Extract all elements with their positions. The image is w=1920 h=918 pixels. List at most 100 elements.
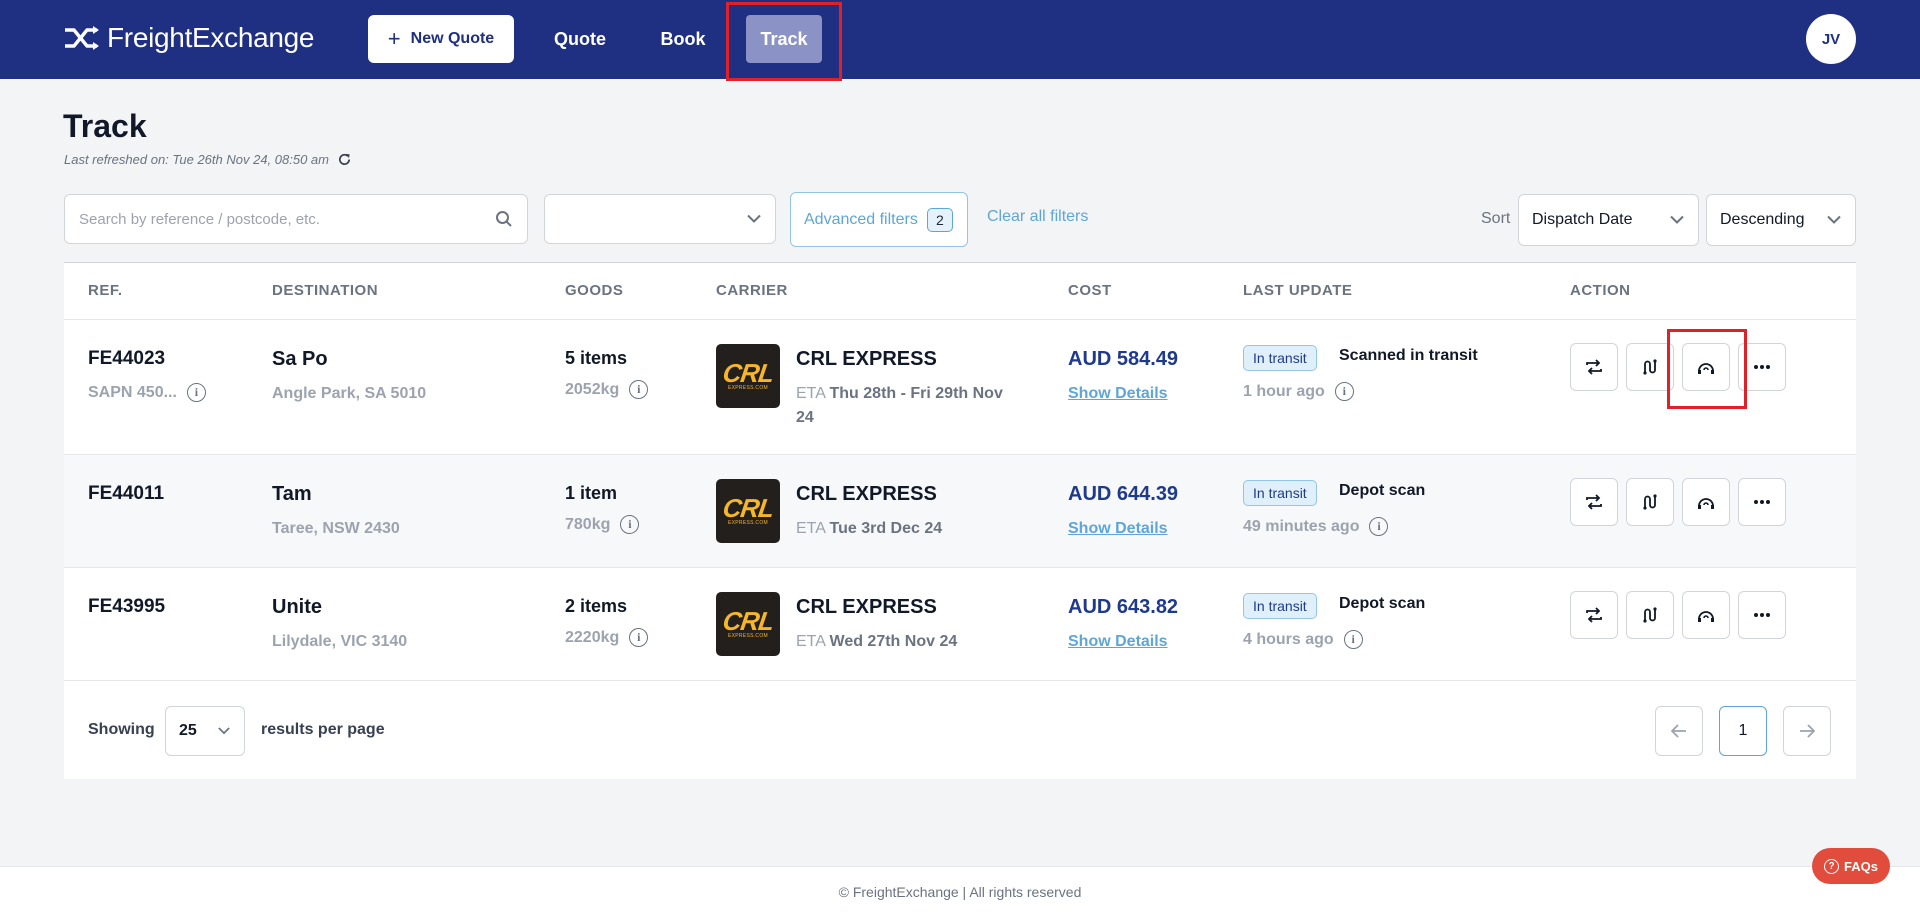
page-number-button[interactable]: 1 — [1719, 706, 1767, 756]
brand-logo[interactable]: FreightExchange — [63, 22, 314, 54]
next-page-button[interactable] — [1783, 706, 1831, 756]
support-button[interactable] — [1682, 478, 1730, 526]
rebook-button[interactable] — [1570, 343, 1618, 391]
info-icon[interactable]: i — [629, 628, 649, 647]
info-icon[interactable]: i — [1334, 382, 1354, 401]
new-quote-button[interactable]: + New Quote — [368, 15, 514, 63]
showing-label: Showing — [88, 721, 155, 738]
advanced-filters-label: Advanced filters — [804, 210, 918, 228]
clear-all-filters-link[interactable]: Clear all filters — [987, 208, 1088, 226]
row-updated: 49 minutes ago i — [1243, 517, 1389, 536]
eta-label: ETA — [796, 633, 826, 650]
chevron-down-icon — [1827, 215, 1841, 224]
rebook-button[interactable] — [1570, 591, 1618, 639]
arrow-left-icon — [1671, 724, 1686, 738]
sort-field-value: Dispatch Date — [1532, 211, 1633, 228]
more-icon — [1753, 364, 1771, 370]
row-goods-weight: 2220kg i — [565, 628, 649, 647]
nav-book[interactable]: Book — [650, 15, 716, 63]
eta-value: Thu 28th - Fri 29th Nov 24 — [796, 385, 1003, 426]
info-icon[interactable]: i — [1343, 630, 1363, 649]
advanced-filters-count: 2 — [926, 207, 953, 232]
sort-field-select[interactable]: Dispatch Date — [1518, 194, 1699, 246]
column-header-cost: COST — [1068, 282, 1112, 299]
row-eta: ETA Thu 28th - Fri 29th Nov 24 — [796, 382, 1006, 430]
rebook-button[interactable] — [1570, 478, 1618, 526]
sort-label: Sort — [1481, 210, 1511, 227]
chevron-down-icon — [1670, 215, 1684, 224]
row-cost: AUD 584.49 — [1068, 348, 1179, 370]
question-circle-icon: ? — [1824, 858, 1840, 874]
sort-direction-select[interactable]: Descending — [1706, 194, 1856, 246]
column-header-destination: DESTINATION — [272, 282, 379, 299]
refresh-icon[interactable] — [337, 152, 352, 167]
search-icon[interactable] — [495, 210, 513, 228]
route-button[interactable] — [1626, 478, 1674, 526]
more-actions-button[interactable] — [1738, 478, 1786, 526]
row-goods-weight: 780kg i — [565, 515, 640, 534]
carrier-logo: CRL EXPRESS.COM — [716, 479, 780, 543]
row-updated: 4 hours ago i — [1243, 630, 1363, 649]
carrier-logo: CRL EXPRESS.COM — [716, 344, 780, 408]
row-ref[interactable]: FE44023 — [88, 348, 165, 370]
carrier-logo-text: CRL — [720, 357, 776, 388]
row-destination-location: Taree, NSW 2430 — [272, 520, 400, 537]
row-updated-text: 49 minutes ago — [1243, 517, 1360, 535]
column-header-action: ACTION — [1570, 282, 1631, 299]
prev-page-button[interactable] — [1655, 706, 1703, 756]
more-actions-button[interactable] — [1738, 591, 1786, 639]
row-ref-sub: SAPN 450... i — [88, 383, 206, 402]
last-refreshed-text: Last refreshed on: Tue 26th Nov 24, 08:5… — [64, 152, 329, 167]
status-badge: In transit — [1243, 480, 1317, 506]
new-quote-label: New Quote — [410, 30, 495, 47]
row-carrier-name: CRL EXPRESS — [796, 596, 937, 618]
show-details-link[interactable]: Show Details — [1068, 385, 1168, 403]
avatar[interactable]: JV — [1806, 14, 1856, 64]
last-refreshed: Last refreshed on: Tue 26th Nov 24, 08:5… — [64, 152, 352, 167]
row-destination-name: Tam — [272, 483, 312, 505]
row-carrier-name: CRL EXPRESS — [796, 483, 937, 505]
repeat-icon — [1585, 493, 1603, 511]
row-goods-items: 1 item — [565, 483, 618, 503]
row-goods-weight-text: 780kg — [565, 515, 611, 533]
faqs-button[interactable]: ? FAQs — [1812, 848, 1890, 884]
advanced-filters-button[interactable]: Advanced filters 2 — [790, 192, 968, 247]
route-button[interactable] — [1626, 591, 1674, 639]
info-icon[interactable]: i — [629, 380, 649, 399]
info-icon[interactable]: i — [1369, 517, 1389, 536]
nav-quote[interactable]: Quote — [545, 15, 615, 63]
per-page-value: 25 — [179, 722, 197, 739]
repeat-icon — [1585, 358, 1603, 376]
column-header-goods: GOODS — [565, 282, 624, 299]
per-page-select[interactable]: 25 — [165, 706, 245, 756]
eta-value: Tue 3rd Dec 24 — [829, 520, 943, 537]
info-icon[interactable]: i — [186, 383, 206, 402]
row-goods-items: 2 items — [565, 596, 628, 616]
support-icon — [1696, 493, 1716, 511]
show-details-link[interactable]: Show Details — [1068, 520, 1168, 538]
row-destination-location: Lilydale, VIC 3140 — [272, 633, 408, 650]
support-button[interactable] — [1682, 591, 1730, 639]
row-goods-weight-text: 2052kg — [565, 380, 620, 398]
more-icon — [1753, 612, 1771, 618]
copyright: © FreightExchange | All rights reserved — [838, 884, 1082, 900]
status-badge: In transit — [1243, 345, 1317, 371]
chevron-down-icon — [218, 727, 230, 735]
row-cost: AUD 644.39 — [1068, 483, 1179, 505]
search-input[interactable] — [79, 210, 495, 228]
row-carrier-name: CRL EXPRESS — [796, 348, 937, 370]
page-title: Track — [63, 108, 147, 144]
route-icon — [1641, 358, 1659, 376]
row-ref[interactable]: FE43995 — [88, 596, 165, 618]
faqs-label: FAQs — [1844, 858, 1878, 874]
repeat-icon — [1585, 606, 1603, 624]
row-eta: ETA Wed 27th Nov 24 — [796, 630, 1006, 654]
filter-select[interactable] — [544, 194, 776, 244]
more-icon — [1753, 499, 1771, 505]
show-details-link[interactable]: Show Details — [1068, 633, 1168, 651]
row-goods-weight: 2052kg i — [565, 380, 649, 399]
row-ref[interactable]: FE44011 — [88, 483, 164, 505]
info-icon[interactable]: i — [620, 515, 640, 534]
row-status-text: Scanned in transit — [1339, 347, 1478, 364]
eta-value: Wed 27th Nov 24 — [829, 633, 958, 650]
